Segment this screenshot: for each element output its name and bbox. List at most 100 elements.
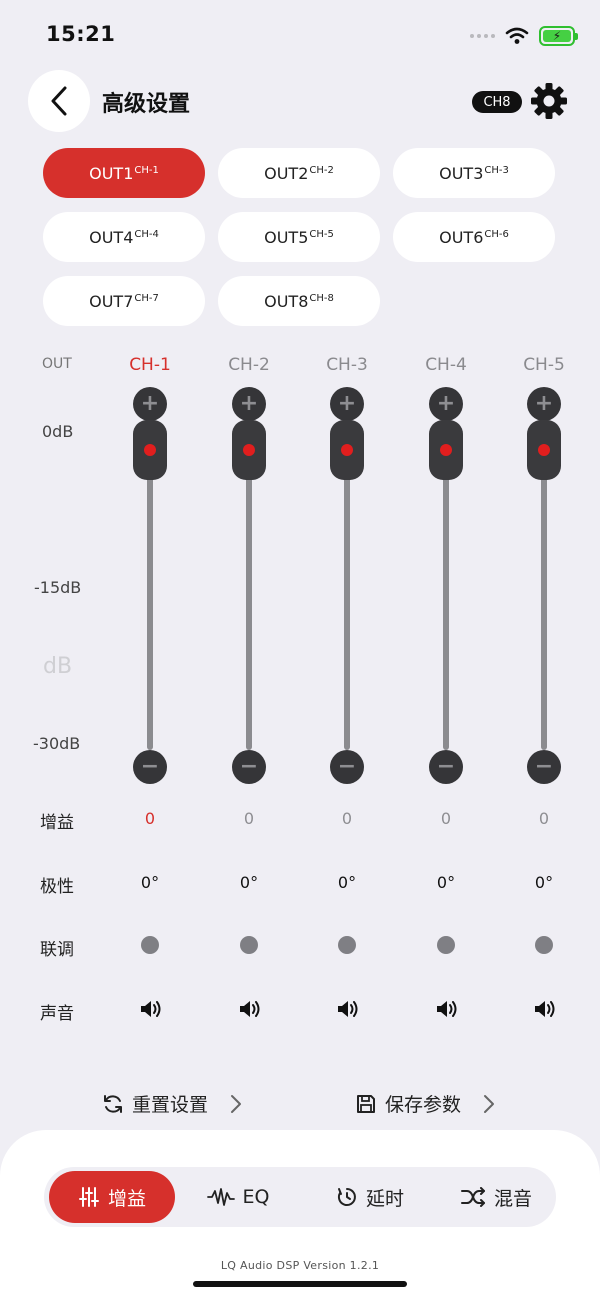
speaker-icon[interactable] [335,998,359,1020]
shuffle-icon [460,1187,485,1207]
gain-value[interactable]: 0 [219,809,279,828]
gain-decrease-button[interactable]: − [429,750,463,784]
polarity-toggle[interactable]: 0° [219,873,279,892]
gain-increase-button[interactable]: + [429,387,463,421]
tab-delay-label: 延时 [365,1187,404,1210]
gain-row-label: 增益 [40,813,74,833]
home-indicator [193,1281,407,1287]
version-text: LQ Audio DSP Version 1.2.1 [220,1259,380,1272]
tab-gain[interactable]: 增益 [49,1171,175,1223]
link-row-label: 联调 [40,940,74,960]
minus-icon: − [436,754,456,779]
out-button-5[interactable]: OUT5 CH-5 [218,212,380,262]
out-label: OUT [42,356,72,372]
channel-badge: CH8 [472,91,522,113]
fader-knob[interactable] [330,420,364,480]
speaker-icon[interactable] [237,998,261,1020]
gain-value[interactable]: 0 [514,809,574,828]
sound-row-label: 声音 [40,1004,74,1024]
fader-track[interactable] [541,470,547,750]
link-toggle[interactable] [437,936,455,954]
db-top-label: 0dB [42,422,74,441]
tab-delay[interactable]: 延时 [310,1171,430,1223]
speaker-icon[interactable] [434,998,458,1020]
gain-value[interactable]: 0 [317,809,377,828]
out-button-4[interactable]: OUT4 CH-4 [43,212,205,262]
battery-icon: ⚡ [539,26,578,46]
db-bottom-label: -30dB [33,734,81,753]
fader-knob[interactable] [527,420,561,480]
page-title: 高级设置 [102,92,191,117]
tab-mix-label: 混音 [493,1187,532,1210]
plus-icon: + [436,391,456,416]
wifi-icon [505,27,529,44]
channel-name: CH-3 [326,355,368,375]
speaker-icon[interactable] [532,998,556,1020]
plus-icon: + [239,391,259,416]
speaker-icon[interactable] [138,998,162,1020]
gain-decrease-button[interactable]: − [330,750,364,784]
link-toggle[interactable] [535,936,553,954]
fader-track[interactable] [443,470,449,750]
reset-settings-button[interactable]: 重置设置 [102,1090,242,1117]
plus-icon: + [140,391,160,416]
link-toggle[interactable] [338,936,356,954]
save-params-label: 保存参数 [385,1094,462,1116]
gain-increase-button[interactable]: + [330,387,364,421]
knob-indicator [538,444,550,456]
knob-indicator [144,444,156,456]
tab-eq-label: EQ [242,1186,270,1208]
gear-icon[interactable] [530,82,568,120]
gain-value[interactable]: 0 [416,809,476,828]
gain-increase-button[interactable]: + [133,387,167,421]
reset-settings-label: 重置设置 [132,1094,209,1116]
fader-knob[interactable] [133,420,167,480]
channel-name: CH-1 [129,355,171,375]
out-button-8[interactable]: OUT8 CH-8 [218,276,380,326]
minus-icon: − [140,754,160,779]
fader-track[interactable] [246,470,252,750]
tab-mix[interactable]: 混音 [436,1171,556,1223]
polarity-toggle[interactable]: 0° [317,873,377,892]
chevron-right-icon [484,1094,495,1113]
timer-icon [337,1188,356,1206]
gain-decrease-button[interactable]: − [527,750,561,784]
minus-icon: − [239,754,259,779]
out-button-3[interactable]: OUT3 CH-3 [393,148,555,198]
link-toggle[interactable] [141,936,159,954]
out-button-2[interactable]: OUT2 CH-2 [218,148,380,198]
gain-decrease-button[interactable]: − [133,750,167,784]
status-time: 15:21 [46,22,116,46]
fader-knob[interactable] [429,420,463,480]
fader-knob[interactable] [232,420,266,480]
out-button-1[interactable]: OUT1 CH-1 [43,148,205,198]
back-button[interactable] [28,70,90,132]
out-button-6[interactable]: OUT6 CH-6 [393,212,555,262]
cellular-signal-icon [470,34,495,38]
sliders-icon [78,1187,99,1207]
db-middle-label: -15dB [34,578,82,597]
tab-eq[interactable]: EQ [180,1171,296,1223]
save-params-button[interactable]: 保存参数 [355,1090,495,1117]
gain-increase-button[interactable]: + [527,387,561,421]
waveform-icon [206,1188,235,1206]
fader-track[interactable] [344,470,350,750]
gain-value[interactable]: 0 [120,809,180,828]
channel-name: CH-4 [425,355,467,375]
polarity-toggle[interactable]: 0° [514,873,574,892]
polarity-toggle[interactable]: 0° [416,873,476,892]
plus-icon: + [534,391,554,416]
plus-icon: + [337,391,357,416]
gain-decrease-button[interactable]: − [232,750,266,784]
tab-gain-label: 增益 [107,1187,146,1210]
fader-track[interactable] [147,470,153,750]
knob-indicator [243,444,255,456]
out-button-7[interactable]: OUT7 CH-7 [43,276,205,326]
db-unit-label: dB [43,654,73,679]
link-toggle[interactable] [240,936,258,954]
polarity-toggle[interactable]: 0° [120,873,180,892]
channel-name: CH-5 [523,355,565,375]
minus-icon: − [337,754,357,779]
gain-increase-button[interactable]: + [232,387,266,421]
refresh-icon [104,1094,122,1113]
